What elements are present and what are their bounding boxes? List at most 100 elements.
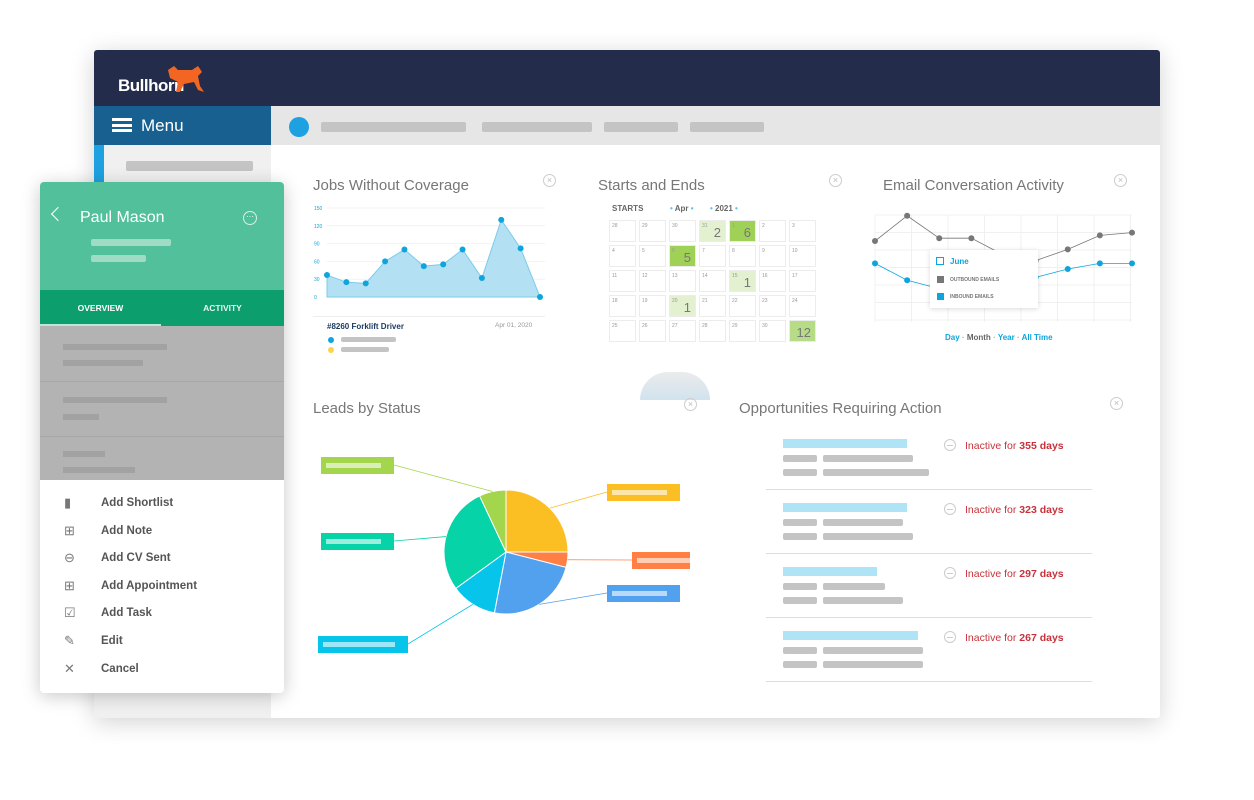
- data-point: [1129, 260, 1135, 267]
- tab-activity[interactable]: ACTIVITY: [161, 290, 284, 326]
- action-add-appointment[interactable]: ⊞ Add Appointment: [40, 577, 284, 597]
- close-icon[interactable]: ×: [829, 174, 842, 187]
- action-cancel[interactable]: ✕ Cancel: [40, 660, 284, 680]
- y-tick-label: 90: [314, 242, 320, 248]
- calendar-day[interactable]: 3: [789, 220, 816, 242]
- data-point: [459, 246, 466, 253]
- calendar-day[interactable]: 26: [639, 320, 666, 342]
- calendar-day[interactable]: 20 1: [669, 295, 696, 317]
- opportunity-row[interactable]: Inactive for 267 days: [766, 618, 1092, 682]
- close-icon[interactable]: ×: [1110, 397, 1123, 410]
- remove-icon[interactable]: [944, 503, 956, 515]
- close-icon[interactable]: ×: [684, 398, 697, 411]
- calendar-day[interactable]: 25: [609, 320, 636, 342]
- action-add-shortlist[interactable]: ▮ Add Shortlist: [40, 494, 284, 514]
- more-icon[interactable]: ···: [243, 211, 257, 225]
- calendar-day[interactable]: 22: [729, 295, 756, 317]
- calendar-day[interactable]: 16: [759, 270, 786, 292]
- opportunity-row[interactable]: Inactive for 297 days: [766, 554, 1092, 618]
- back-icon[interactable]: [50, 206, 66, 222]
- email-title: Email Conversation Activity: [883, 177, 1064, 194]
- leader-line: [393, 536, 446, 542]
- data-point: [1129, 229, 1135, 236]
- start-count: 2: [713, 225, 721, 240]
- calendar-day[interactable]: 27: [669, 320, 696, 342]
- calendar-day[interactable]: 23: [759, 295, 786, 317]
- y-tick-label: 0: [314, 295, 317, 301]
- card-header: Paul Mason ···: [40, 182, 284, 290]
- menu-button[interactable]: Menu: [94, 106, 271, 145]
- month-select[interactable]: • Apr •: [670, 204, 694, 213]
- calendar-day[interactable]: 4: [609, 245, 636, 267]
- calendar-day[interactable]: 15 1: [729, 270, 756, 292]
- calendar-day[interactable]: 14: [699, 270, 726, 292]
- remove-icon[interactable]: [944, 439, 956, 451]
- calendar-day[interactable]: 12: [639, 270, 666, 292]
- calendar-day[interactable]: 2: [759, 220, 786, 242]
- data-point: [936, 235, 943, 242]
- calendar-add-icon: ⊞: [64, 577, 75, 593]
- action-edit[interactable]: ✎ Edit: [40, 632, 284, 652]
- data-point: [1064, 266, 1071, 272]
- opps-title: Opportunities Requiring Action: [739, 400, 942, 417]
- year-select[interactable]: • 2021 •: [710, 204, 738, 213]
- calendar-day[interactable]: 31 2: [699, 220, 726, 242]
- nav-placeholder[interactable]: [482, 122, 592, 132]
- pie-label-placeholder: [326, 463, 381, 468]
- remove-icon[interactable]: [944, 567, 956, 579]
- avatar[interactable]: [289, 117, 309, 137]
- leader-line: [407, 604, 473, 645]
- tab-overview[interactable]: OVERVIEW: [40, 290, 161, 326]
- calendar-day[interactable]: 7: [699, 245, 726, 267]
- opportunity-row[interactable]: Inactive for 355 days: [766, 426, 1092, 490]
- calendar-day[interactable]: 5: [639, 245, 666, 267]
- data-point: [324, 272, 330, 279]
- calendar-day[interactable]: 19: [639, 295, 666, 317]
- filter-day[interactable]: Day: [945, 333, 960, 342]
- calendar-day[interactable]: 8: [729, 245, 756, 267]
- nav-placeholder[interactable]: [690, 122, 764, 132]
- calendar-day[interactable]: 16: [729, 220, 756, 242]
- calendar-day[interactable]: 13: [669, 270, 696, 292]
- calendar-day[interactable]: 24: [789, 295, 816, 317]
- action-add-task[interactable]: ☑ Add Task: [40, 604, 284, 624]
- sidebar-item[interactable]: [126, 161, 253, 171]
- data-point: [1096, 232, 1103, 239]
- remove-icon[interactable]: [944, 631, 956, 643]
- calendar-day[interactable]: 11: [609, 270, 636, 292]
- start-count: 1: [743, 275, 751, 290]
- calendar-day[interactable]: 18: [609, 295, 636, 317]
- job-date: Apr 01, 2020: [495, 322, 533, 329]
- calendar-day[interactable]: 10: [789, 245, 816, 267]
- action-add-cv-sent[interactable]: ⊖ Add CV Sent: [40, 549, 284, 569]
- data-point: [1064, 246, 1071, 253]
- calendar-day[interactable]: 30: [759, 320, 786, 342]
- job-label[interactable]: #8260 Forklift Driver: [327, 322, 404, 331]
- starts-mode[interactable]: STARTS: [612, 204, 643, 213]
- calendar-day[interactable]: 28: [609, 220, 636, 242]
- calendar-day[interactable]: 17: [789, 270, 816, 292]
- calendar-day[interactable]: 29: [729, 320, 756, 342]
- data-point: [1096, 260, 1103, 267]
- hamburger-icon: [112, 118, 132, 132]
- action-add-note[interactable]: ⊞ Add Note: [40, 522, 284, 542]
- close-icon[interactable]: ×: [543, 174, 556, 187]
- data-point: [968, 235, 975, 242]
- calendar-day[interactable]: 29: [639, 220, 666, 242]
- action-label: Cancel: [101, 662, 139, 675]
- calendar-day[interactable]: 28: [699, 320, 726, 342]
- calendar-day[interactable]: 12: [789, 320, 816, 342]
- calendar-day[interactable]: 30: [669, 220, 696, 242]
- calendar-day[interactable]: 9: [759, 245, 786, 267]
- calendar-day[interactable]: 65: [669, 245, 696, 267]
- calendar-day[interactable]: 21: [699, 295, 726, 317]
- opportunity-row[interactable]: Inactive for 323 days: [766, 490, 1092, 554]
- time-filters: Day · Month · Year · All Time: [945, 333, 1053, 342]
- close-icon[interactable]: ×: [1114, 174, 1127, 187]
- filter-all-time[interactable]: All Time: [1022, 333, 1053, 342]
- legend-outbound: OUTBOUND EMAILS: [950, 277, 1000, 283]
- filter-month[interactable]: Month: [967, 333, 991, 342]
- nav-placeholder[interactable]: [604, 122, 678, 132]
- filter-year[interactable]: Year: [998, 333, 1015, 342]
- action-label: Add Shortlist: [101, 497, 174, 509]
